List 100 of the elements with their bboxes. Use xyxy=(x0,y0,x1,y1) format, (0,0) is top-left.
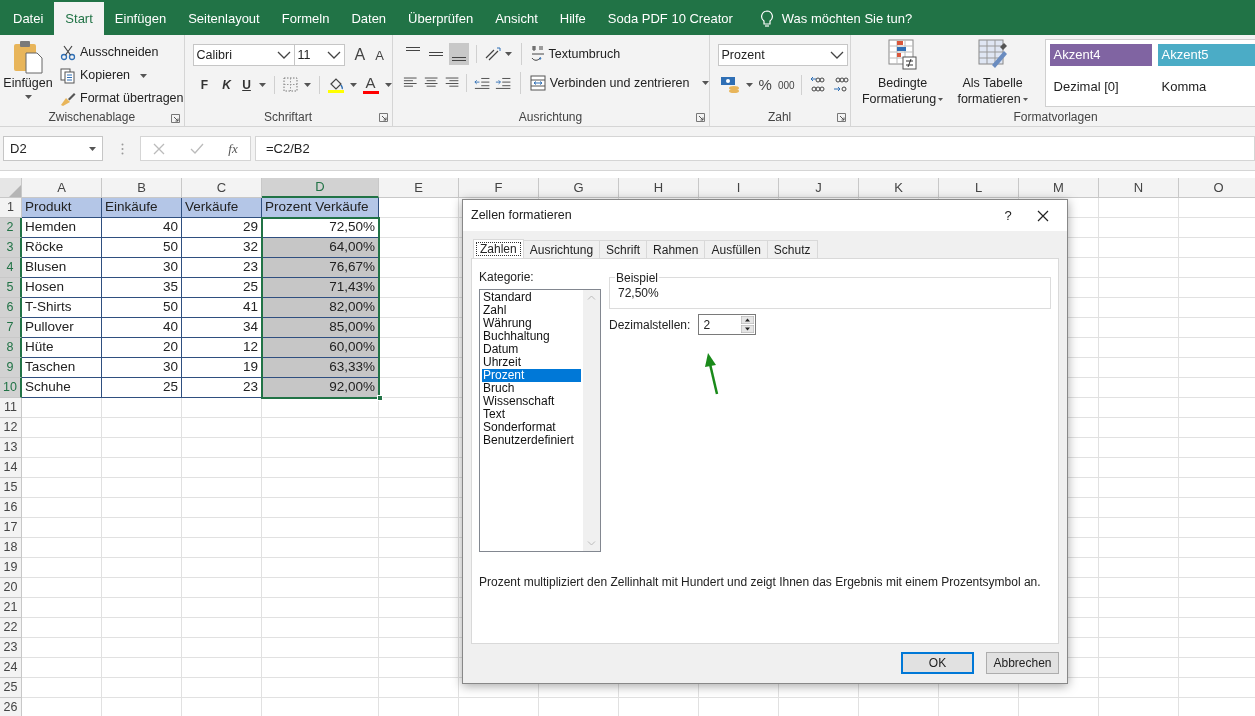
row-header[interactable]: 15 xyxy=(0,478,22,498)
row-header[interactable]: 10 xyxy=(0,378,22,398)
row-header[interactable]: 16 xyxy=(0,498,22,518)
caret-icon[interactable] xyxy=(504,52,512,56)
list-item[interactable]: Datum xyxy=(482,343,581,356)
column-header[interactable]: G xyxy=(539,178,619,198)
spin-up-icon[interactable] xyxy=(741,316,755,324)
column-header[interactable]: D xyxy=(262,178,379,198)
row-header[interactable]: 5 xyxy=(0,278,22,298)
font-color-button[interactable]: A xyxy=(362,75,379,94)
dialog-tab[interactable]: Zahlen xyxy=(473,239,524,259)
decimals-field[interactable]: 2 xyxy=(698,314,757,335)
row-header[interactable]: 26 xyxy=(0,698,22,716)
list-item[interactable]: Buchhaltung xyxy=(482,330,581,343)
column-header[interactable]: A xyxy=(22,178,102,198)
borders-icon[interactable] xyxy=(282,77,298,92)
ribbon-tab[interactable]: Überprüfen xyxy=(397,2,485,35)
list-item[interactable]: Zahl xyxy=(482,304,581,317)
row-header[interactable]: 20 xyxy=(0,578,22,598)
column-header[interactable]: K xyxy=(859,178,939,198)
lightbulb-icon[interactable] xyxy=(759,9,774,28)
bold-button[interactable]: F xyxy=(196,75,213,94)
percent-style-button[interactable]: % xyxy=(758,74,772,97)
list-item[interactable]: Standard xyxy=(482,291,581,304)
font-name-dropdown[interactable]: Calibri xyxy=(192,44,295,66)
column-header[interactable]: C xyxy=(182,178,262,198)
font-size-dropdown[interactable]: 11 xyxy=(294,44,345,66)
vertical-align-button[interactable] xyxy=(448,43,469,65)
list-item[interactable]: Uhrzeit xyxy=(482,356,581,369)
copy-button[interactable]: Kopieren xyxy=(60,66,184,85)
row-header[interactable]: 7 xyxy=(0,318,22,338)
row-header[interactable]: 12 xyxy=(0,418,22,438)
caret-icon[interactable] xyxy=(745,83,753,88)
ribbon-tab[interactable]: Soda PDF 10 Creator xyxy=(596,2,744,35)
increase-indent-icon[interactable] xyxy=(494,75,511,91)
dialog-launcher-icon[interactable] xyxy=(836,113,846,122)
format-as-table-button[interactable]: Als Tabelle formatieren xyxy=(948,39,1037,107)
merge-center-button[interactable]: Verbinden und zentrieren xyxy=(529,73,709,93)
row-header[interactable]: 24 xyxy=(0,658,22,678)
thousands-separator-button[interactable]: 000 xyxy=(777,77,795,93)
list-item[interactable]: Währung xyxy=(482,317,581,330)
row-header[interactable]: 8 xyxy=(0,338,22,358)
ribbon-tab[interactable]: Daten xyxy=(340,2,398,35)
column-header[interactable]: E xyxy=(379,178,459,198)
column-header[interactable]: J xyxy=(779,178,859,198)
row-header[interactable]: 21 xyxy=(0,598,22,618)
row-header[interactable]: 2 xyxy=(0,218,22,238)
dialog-launcher-icon[interactable] xyxy=(378,113,388,122)
caret-icon[interactable] xyxy=(258,82,266,87)
row-header[interactable]: 17 xyxy=(0,518,22,538)
list-item[interactable]: Text xyxy=(482,408,581,421)
currency-icon[interactable] xyxy=(719,76,740,95)
ribbon-tab[interactable]: Ansicht xyxy=(484,2,549,35)
number-format-dropdown[interactable]: Prozent xyxy=(717,44,848,66)
row-header[interactable]: 14 xyxy=(0,458,22,478)
column-header[interactable]: I xyxy=(699,178,779,198)
row-header[interactable]: 11 xyxy=(0,398,22,418)
format-painter-button[interactable]: Format übertragen xyxy=(60,89,184,108)
column-header[interactable]: B xyxy=(102,178,182,198)
decrease-indent-icon[interactable] xyxy=(474,75,491,91)
ribbon-tab[interactable]: Start xyxy=(54,2,104,35)
row-header[interactable]: 1 xyxy=(0,198,22,218)
text-orientation-icon[interactable] xyxy=(483,46,502,62)
list-item[interactable]: Benutzerdefiniert xyxy=(482,434,581,447)
dialog-launcher-icon[interactable] xyxy=(695,113,705,122)
cell-style-tile[interactable]: Akzent4 xyxy=(1049,44,1152,66)
close-icon[interactable] xyxy=(1037,209,1049,222)
check-icon[interactable] xyxy=(189,142,204,155)
fill-color-icon[interactable] xyxy=(327,76,344,93)
row-header[interactable]: 25 xyxy=(0,678,22,698)
category-list[interactable]: Standard Zahl Währung Buchhaltung Datum Uhrzeit Prozent Bruch Wissenschaft Text Sonderformat Benutzerdefiniert xyxy=(479,289,601,552)
conditional-formatting-button[interactable]: Bedingte Formatierung xyxy=(858,39,947,107)
cell-style-tile[interactable]: Komma xyxy=(1157,76,1255,98)
ribbon-tab[interactable]: Formeln xyxy=(270,2,341,35)
italic-button[interactable]: K xyxy=(218,75,235,94)
row-header[interactable]: 9 xyxy=(0,358,22,378)
row-header[interactable]: 13 xyxy=(0,438,22,458)
row-header[interactable]: 22 xyxy=(0,618,22,638)
ribbon-tab[interactable]: Seitenlayout xyxy=(177,2,271,35)
name-box[interactable]: D2 xyxy=(3,136,103,161)
help-button[interactable]: ? xyxy=(993,205,1023,226)
decrease-decimal-icon[interactable] xyxy=(831,76,850,95)
column-header[interactable]: M xyxy=(1019,178,1099,198)
cut-button[interactable]: Ausschneiden xyxy=(60,43,184,62)
paste-button[interactable]: Einfügen xyxy=(0,39,56,108)
fill-handle[interactable] xyxy=(377,395,383,401)
column-header[interactable]: F xyxy=(459,178,539,198)
underline-button[interactable]: U xyxy=(240,75,253,94)
list-item[interactable]: Bruch xyxy=(482,382,581,395)
row-header[interactable]: 19 xyxy=(0,558,22,578)
row-header[interactable]: 18 xyxy=(0,538,22,558)
caret-icon[interactable] xyxy=(384,82,392,87)
list-item[interactable]: Wissenschaft xyxy=(482,395,581,408)
cell-style-tile[interactable]: Dezimal [0] xyxy=(1049,76,1152,98)
ribbon-tab[interactable]: Einfügen xyxy=(103,2,178,35)
caret-icon[interactable] xyxy=(349,82,357,87)
dialog-launcher-icon[interactable] xyxy=(170,114,180,123)
tell-me-field[interactable]: Was möchten Sie tun? xyxy=(781,8,913,29)
caret-icon[interactable] xyxy=(303,82,311,87)
row-header[interactable]: 3 xyxy=(0,238,22,258)
